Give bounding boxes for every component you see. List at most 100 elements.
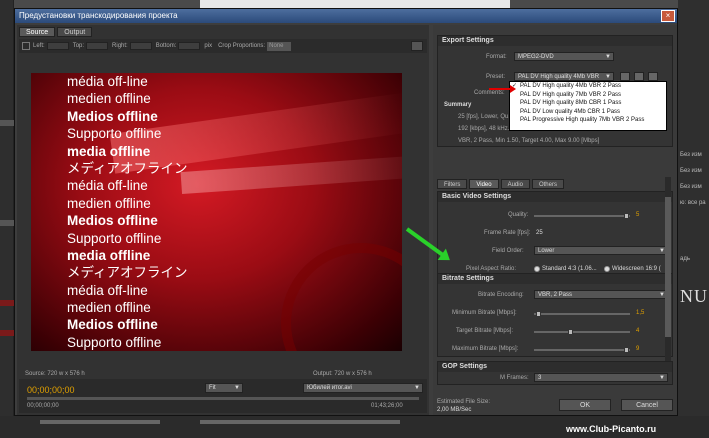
crop-proportions-label: Crop Proportions: — [218, 43, 266, 49]
preset-option[interactable]: PAL Progressive High quality 7Mb VBR 2 P… — [510, 116, 666, 125]
tab-output[interactable]: Output — [57, 27, 93, 37]
output-size: Output: 720 w x 576 h — [313, 371, 372, 377]
pixel-aspect-label: Pixel Aspect Ratio: — [466, 266, 517, 272]
source-select[interactable]: Юбилей итог.avi ▼ — [303, 383, 423, 393]
delete-preset-icon[interactable] — [648, 72, 658, 81]
gop-header[interactable]: GOP Settings — [438, 362, 672, 372]
offline-text-line: メディアオフライン — [67, 160, 188, 176]
quality-knob[interactable] — [624, 213, 629, 219]
background-strip — [0, 220, 14, 226]
settings-scrollbar[interactable] — [665, 177, 671, 361]
preset-option[interactable]: PAL DV Low quality 4Mb CBR 1 Pass — [510, 108, 666, 117]
crop-right-input[interactable] — [129, 42, 152, 50]
background-strip — [0, 330, 14, 336]
preset-option[interactable]: PAL DV High quality 4Mb VBR 2 Pass — [510, 82, 666, 91]
quality-label: Quality: — [508, 212, 529, 218]
source-tabs: Source Output — [19, 27, 94, 37]
background-right-panel: Без изм Без изм Без изм ю: все ра адь NU — [678, 0, 709, 438]
preset-dropdown-list: PAL DV High quality 4Mb VBR 2 Pass PAL D… — [509, 81, 667, 131]
close-button[interactable]: × — [661, 10, 675, 22]
background-strip — [0, 300, 14, 306]
preset-value: PAL DV High quality 4Mb VBR — [518, 74, 600, 80]
source-name: Юбилей итог.avi — [307, 385, 352, 391]
framerate-value: 25 — [536, 230, 543, 236]
background-label: адь — [680, 256, 690, 262]
watermark: www.Club-Picanto.ru — [566, 424, 657, 434]
preset-select[interactable]: PAL DV High quality 4Mb VBR ▼ — [514, 72, 614, 81]
dialog-titlebar[interactable]: Предустановки транскодирования проекта × — [15, 9, 677, 23]
import-preset-icon[interactable] — [634, 72, 644, 81]
target-bitrate-label: Target Bitrate [Mbps]: — [456, 328, 514, 334]
zoom-value: Fit — [209, 385, 216, 391]
zoom-select[interactable]: Fit ▼ — [205, 383, 243, 393]
save-preset-icon[interactable] — [620, 72, 630, 81]
max-bitrate-knob[interactable] — [624, 347, 629, 353]
tab-video[interactable]: Video — [469, 179, 499, 189]
crop-top-label: Top: — [72, 43, 85, 49]
target-bitrate-value[interactable]: 4 — [636, 328, 639, 334]
export-settings-header[interactable]: Export Settings — [438, 36, 672, 46]
cancel-button[interactable]: Cancel — [621, 399, 673, 411]
timeline-slider[interactable] — [27, 397, 419, 400]
basic-video-header[interactable]: Basic Video Settings — [438, 192, 672, 202]
crop-icon[interactable] — [22, 42, 30, 50]
crop-proportions-select[interactable]: None — [267, 41, 292, 51]
min-bitrate-value[interactable]: 1,5 — [636, 310, 644, 316]
offline-text-line: Medios offline — [67, 317, 158, 333]
background-label: Без изм — [680, 184, 702, 190]
preset-option[interactable]: PAL DV High quality 8Mb CBR 1 Pass — [510, 99, 666, 108]
field-order-label: Field Order: — [492, 248, 524, 254]
crop-top-input[interactable] — [86, 42, 109, 50]
target-bitrate-slider[interactable] — [534, 329, 630, 335]
crop-bottom-input[interactable] — [178, 42, 201, 50]
mframes-label: M Frames: — [500, 375, 529, 381]
target-bitrate-knob[interactable] — [568, 329, 573, 335]
offline-text-line: media offline — [67, 143, 151, 159]
offline-text-line: média off-line — [67, 282, 148, 298]
timeline-bar: 00;00;00;00 Fit ▼ Юбилей итог.avi ▼ 00;00;… — [19, 379, 427, 413]
mframes-select[interactable]: 3 ▼ — [534, 373, 668, 382]
scrollbar-thumb[interactable] — [665, 197, 671, 337]
offline-text-line: medien offline — [67, 91, 151, 107]
tab-filters[interactable]: Filters — [437, 179, 468, 189]
source-panel: Source Output Left: Top: Right: Bottom: … — [17, 25, 429, 415]
preset-option[interactable]: PAL DV High quality 7Mb VBR 2 Pass — [510, 91, 666, 100]
min-bitrate-slider[interactable] — [534, 311, 630, 317]
ok-button[interactable]: OK — [559, 399, 611, 411]
timeline-start: 00;00;00;00 — [27, 403, 59, 409]
summary-header[interactable]: Summary — [444, 102, 471, 108]
bitrate-section: Bitrate Settings Bitrate Encoding: VBR, … — [437, 273, 673, 357]
max-bitrate-slider[interactable] — [534, 347, 630, 353]
tab-others[interactable]: Others — [531, 179, 564, 189]
chevron-down-icon: ▼ — [414, 385, 420, 391]
current-timecode[interactable]: 00;00;00;00 — [27, 385, 75, 395]
background-left-panel — [0, 0, 14, 438]
quality-value[interactable]: 5 — [636, 212, 639, 218]
crop-left-input[interactable] — [46, 42, 69, 50]
bitrate-encoding-select[interactable]: VBR, 2 Pass ▼ — [534, 290, 668, 299]
mframes-value: 3 — [538, 375, 542, 381]
settings-tabs: Filters Video Audio Others — [437, 179, 566, 189]
format-select[interactable]: MPEG2-DVD ▼ — [514, 52, 614, 61]
format-label: Format: — [486, 54, 507, 60]
summary-bitrate: VBR, 2 Pass, Min 1.50, Target 4.00, Max … — [458, 138, 600, 144]
field-order-select[interactable]: Lower ▼ — [534, 246, 668, 255]
summary-audio: 192 [kbps], 48 kHz... — [458, 126, 513, 132]
background-document — [200, 0, 510, 8]
crop-bottom-label: Bottom: — [155, 43, 177, 49]
background-label: NU — [680, 286, 708, 306]
max-bitrate-value[interactable]: 9 — [636, 346, 639, 352]
par-standard-label: Standard 4:3 (1.06... — [542, 266, 597, 272]
chevron-down-icon: ▼ — [605, 54, 611, 60]
bitrate-header[interactable]: Bitrate Settings — [438, 274, 672, 284]
tab-source[interactable]: Source — [19, 27, 56, 37]
par-standard-radio[interactable] — [534, 266, 540, 272]
par-widescreen-radio[interactable] — [604, 266, 610, 272]
summary-video: 25 [fps], Lower, Qu... — [458, 114, 514, 120]
export-frame-icon[interactable] — [411, 41, 423, 51]
quality-slider[interactable] — [534, 213, 630, 219]
field-order-value: Lower — [538, 248, 555, 254]
min-bitrate-knob[interactable] — [536, 311, 541, 317]
offline-text-line: media offline — [67, 247, 151, 263]
tab-audio[interactable]: Audio — [500, 179, 530, 189]
